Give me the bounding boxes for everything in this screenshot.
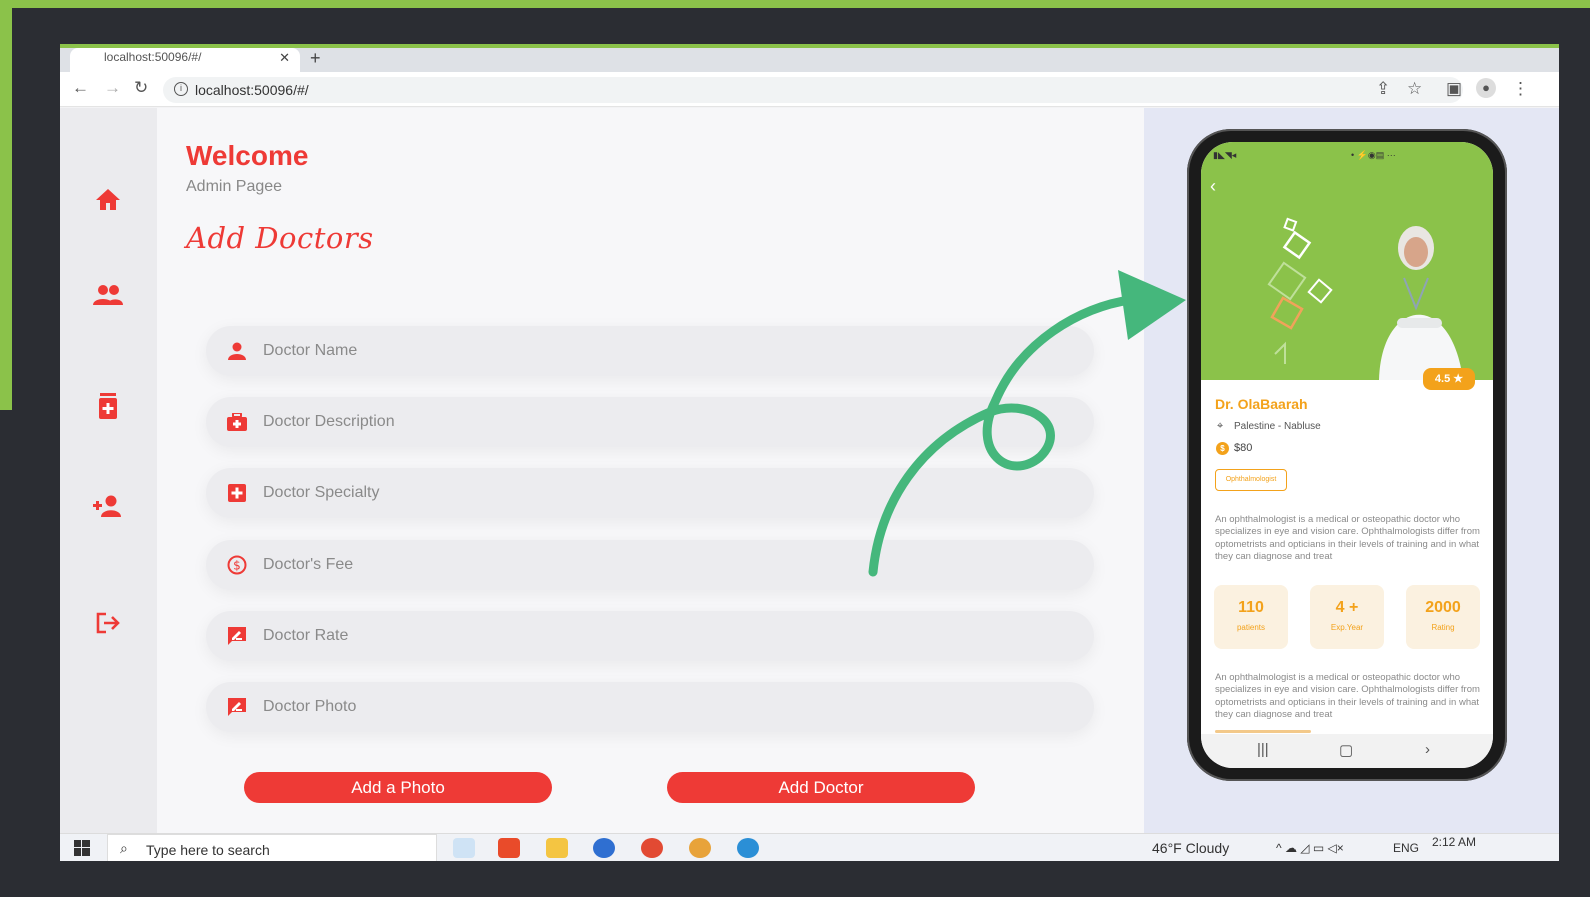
- page-subtitle: Admin Pagee: [186, 178, 283, 195]
- bookmark-star-icon[interactable]: ☆: [1407, 79, 1422, 99]
- svg-text:$: $: [233, 559, 241, 573]
- address-url: localhost:50096/#/: [195, 82, 309, 98]
- recent-apps-icon[interactable]: |||: [1257, 741, 1269, 758]
- home-button-icon[interactable]: ▢: [1339, 741, 1353, 759]
- search-icon: ⌕: [120, 840, 128, 856]
- logout-icon[interactable]: [93, 608, 123, 638]
- page-title: Welcome: [186, 140, 309, 171]
- forward-icon[interactable]: →: [104, 78, 121, 98]
- tab-title: localhost:50096/#/: [104, 50, 202, 64]
- doctor-hero: ‹: [1201, 168, 1493, 380]
- chrome-icon[interactable]: [641, 838, 663, 858]
- new-tab-icon[interactable]: +: [310, 48, 321, 69]
- share-icon[interactable]: ⇪: [1376, 79, 1390, 99]
- add-doctor-button[interactable]: Add Doctor: [667, 772, 975, 803]
- menu-kebab-icon[interactable]: ⋮: [1512, 79, 1529, 99]
- taskbar-search-placeholder: Type here to search: [146, 842, 270, 858]
- stat-value: 2000: [1425, 599, 1461, 616]
- scroll-hint: [1215, 730, 1311, 733]
- windows-taskbar: ⌕ Type here to search 46°F Cloudy ^ ☁ ◿ …: [60, 833, 1559, 861]
- green-accent-bar: [0, 0, 1590, 8]
- green-side-accent: [0, 0, 12, 410]
- windows-start-icon[interactable]: [74, 840, 90, 861]
- profile-avatar-icon[interactable]: ●: [1476, 78, 1496, 98]
- taskbar-lang[interactable]: ENG: [1393, 841, 1419, 855]
- phone-status-bar: ▮◣◥◂ • ⚡◉▤ ···: [1201, 142, 1493, 168]
- sidebar: [60, 108, 157, 833]
- photo-review-icon: [227, 697, 247, 717]
- stat-label: Exp.Year: [1330, 623, 1364, 632]
- side-panel-icon[interactable]: ▣: [1446, 79, 1462, 99]
- phone-nav-bar: ||| ▢ ›: [1201, 734, 1493, 768]
- back-nav-icon[interactable]: ›: [1425, 741, 1430, 758]
- doctor-description: An ophthalmologist is a medical or osteo…: [1215, 514, 1480, 563]
- address-bar[interactable]: i localhost:50096/#/: [163, 77, 1463, 103]
- rate-review-icon: [227, 626, 247, 646]
- annotation-arrow: [868, 270, 1186, 577]
- location-pin-icon: ⌖: [1217, 420, 1224, 432]
- stat-value: 4 +: [1335, 599, 1359, 616]
- stat-card: 110 patients: [1214, 585, 1288, 649]
- specialty-chip[interactable]: Ophthalmologist: [1215, 469, 1287, 491]
- stat-card: 4 + Exp.Year: [1310, 585, 1384, 649]
- person-icon: [227, 341, 247, 361]
- back-icon[interactable]: ←: [72, 78, 89, 98]
- doctor-rate-input[interactable]: [263, 611, 1063, 661]
- chrome-icon-2[interactable]: [689, 838, 711, 858]
- office-app-icon[interactable]: [498, 838, 520, 858]
- status-icons: • ⚡◉▤ ···: [1351, 150, 1396, 160]
- taskbar-clock[interactable]: 2:12 AM: [1432, 835, 1476, 849]
- system-tray[interactable]: ^ ☁ ◿ ▭ ◁×: [1276, 841, 1344, 855]
- doctor-rate-field[interactable]: [206, 611, 1094, 661]
- doctor-location: Palestine - Nabluse: [1234, 421, 1321, 432]
- stat-card: 2000 Rating: [1406, 585, 1480, 649]
- add-person-icon[interactable]: [93, 491, 123, 521]
- medical-box-icon[interactable]: [93, 391, 123, 421]
- taskbar-weather[interactable]: 46°F Cloudy: [1152, 840, 1229, 856]
- telegram-icon[interactable]: [737, 838, 759, 858]
- taskbar-search[interactable]: ⌕ Type here to search: [107, 834, 437, 861]
- tab-close-icon[interactable]: ✕: [279, 50, 290, 66]
- phone-mockup: ▮◣◥◂ • ⚡◉▤ ··· ‹ 4.5 ★ Dr. OlaBaarah ⌖ P…: [1187, 129, 1507, 781]
- home-icon[interactable]: [93, 184, 123, 214]
- form-title: Add Doctors: [186, 221, 374, 255]
- reload-icon[interactable]: ↻: [134, 78, 148, 98]
- stat-value: 110: [1238, 599, 1264, 616]
- browser-toolbar: ← → ↻ i localhost:50096/#/ ⇪ ☆ ▣ ● ⋮: [60, 72, 1559, 107]
- stat-label: patients: [1236, 623, 1266, 632]
- medical-cross-icon: [227, 483, 247, 503]
- people-icon[interactable]: [93, 280, 123, 310]
- doctor-name: Dr. OlaBaarah: [1215, 396, 1308, 412]
- stat-label: Rating: [1431, 623, 1455, 632]
- file-explorer-icon[interactable]: [546, 838, 568, 858]
- app-icon[interactable]: [593, 838, 615, 858]
- info-icon[interactable]: i: [174, 82, 188, 96]
- doctor-photo: [1267, 217, 1463, 380]
- browser-tab[interactable]: localhost:50096/#/ ✕: [70, 48, 300, 72]
- dollar-coin-icon: $: [1216, 442, 1229, 455]
- signal-icon: ▮◣◥◂: [1213, 150, 1237, 160]
- medical-bag-icon: [227, 412, 247, 432]
- doctor-description-2: An ophthalmologist is a medical or osteo…: [1215, 672, 1480, 721]
- dollar-icon: $: [227, 555, 247, 575]
- doctor-fee: $80: [1234, 442, 1253, 454]
- task-view-icon[interactable]: [453, 838, 475, 858]
- doctor-photo-input[interactable]: [263, 682, 1063, 732]
- rating-badge: 4.5 ★: [1423, 368, 1475, 390]
- doctor-photo-field[interactable]: [206, 682, 1094, 732]
- phone-screen: ▮◣◥◂ • ⚡◉▤ ··· ‹ 4.5 ★ Dr. OlaBaarah ⌖ P…: [1201, 142, 1493, 768]
- add-photo-button[interactable]: Add a Photo: [244, 772, 552, 803]
- tab-strip: localhost:50096/#/ ✕ +: [60, 44, 1559, 72]
